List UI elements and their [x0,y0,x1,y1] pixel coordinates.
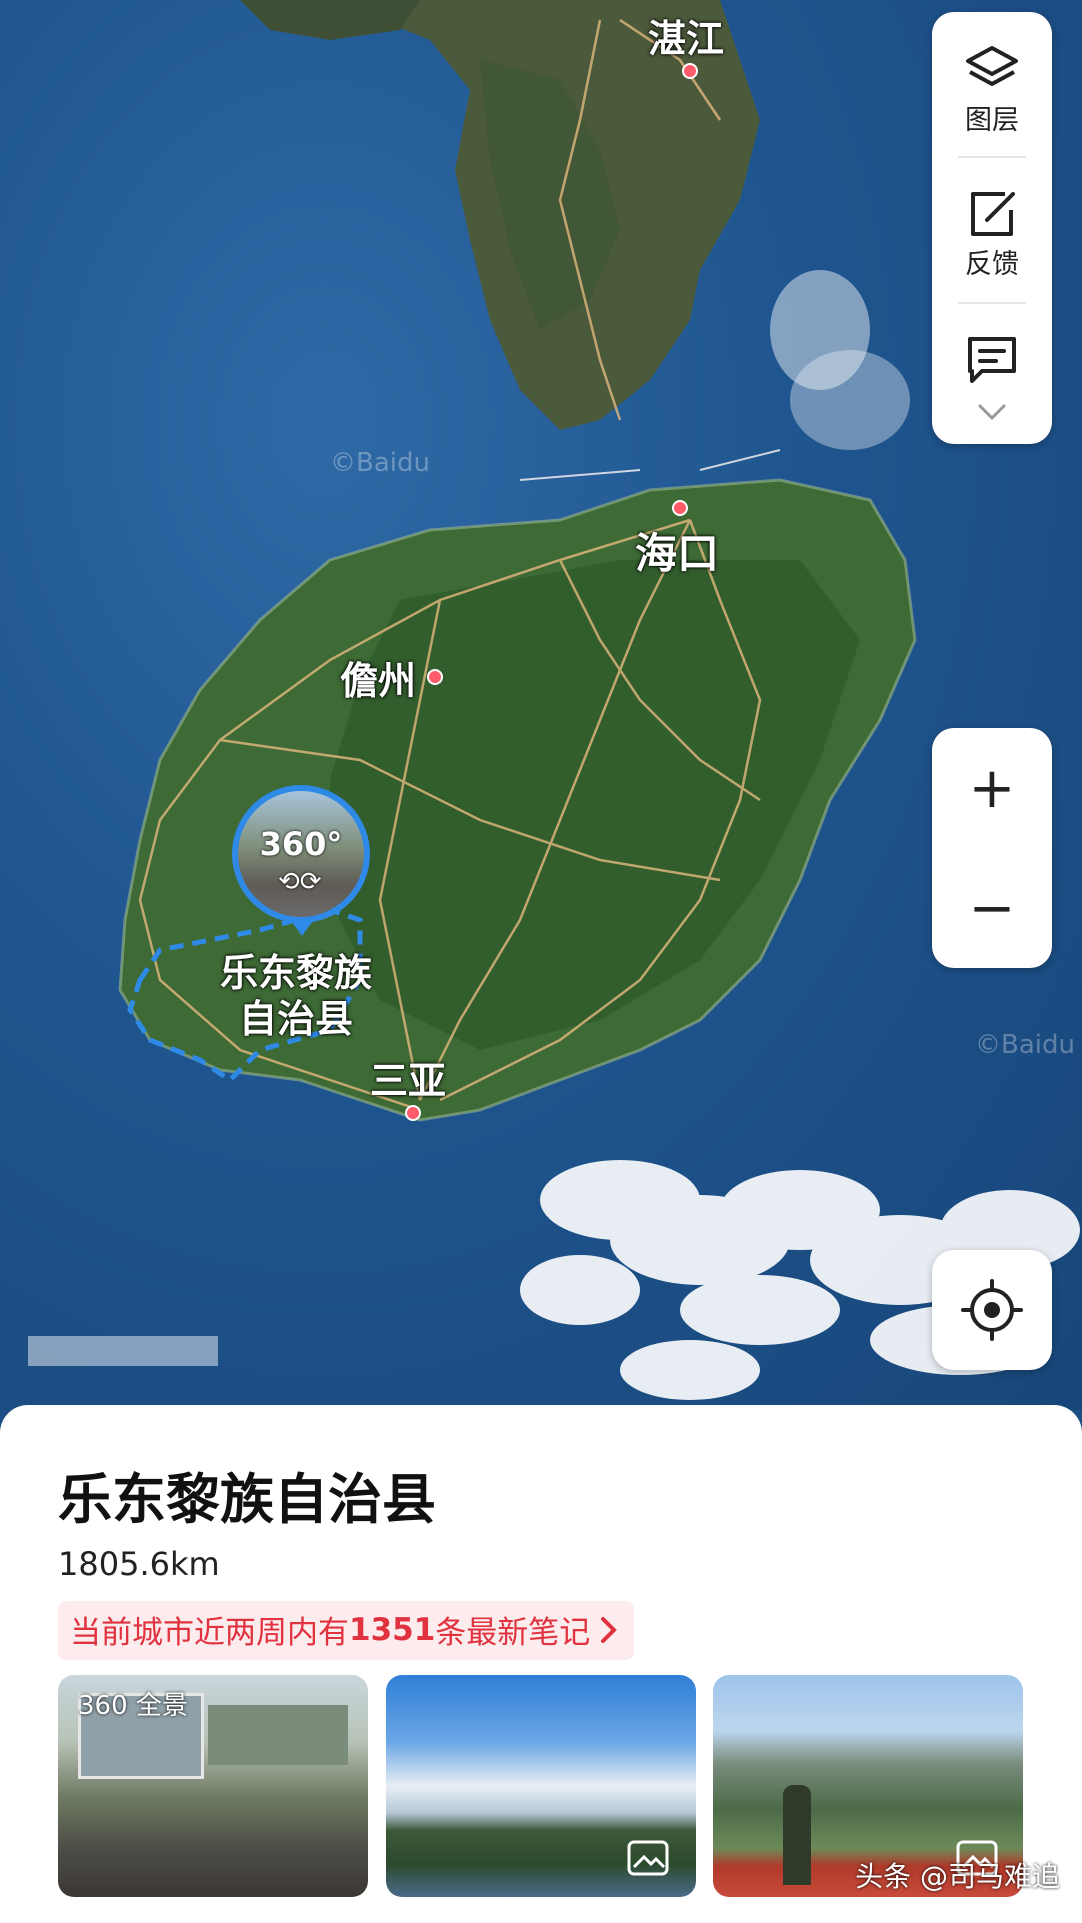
edit-icon [971,191,1015,236]
satellite-map [28,0,1080,1400]
place-title: 乐东黎族自治县 [58,1468,436,1531]
place-detail-sheet[interactable]: 乐东黎族自治县 1805.6km 当前城市近两周内有 1351 条最新笔记 36… [0,1405,1082,1923]
city-label-haikou[interactable]: 海口 [635,520,719,581]
city-dot-danzhou [427,669,443,685]
toolbar-divider [958,302,1026,304]
district-label-line2: 自治县 [239,997,354,1041]
layers-label: 图层 [965,104,1019,136]
notes-button[interactable] [932,324,1052,394]
notes-prefix: 当前城市近两周内有 [70,1615,349,1651]
panorama-badge: 360° [259,825,343,863]
zoom-in-button[interactable]: + [932,728,1052,848]
feedback-button[interactable]: 反馈 [932,174,1052,294]
scale-bar [28,1336,218,1366]
city-label-danzhou[interactable]: 儋州 [340,650,416,705]
place-distance: 1805.6km [58,1545,220,1583]
toolbar-divider [958,156,1026,158]
panorama-marker-pin [289,918,315,936]
locate-icon [961,1279,1023,1341]
map-toolbar: 图层 反馈 [932,12,1052,444]
district-label-line1: 乐东黎族 [220,951,373,995]
chevron-right-icon [601,1616,618,1643]
baidu-watermark: ©Baidu [330,448,430,478]
notes-suffix: 条最新笔记 [435,1615,591,1651]
map-view[interactable]: 湛江 海口 儋州 三亚 360° ⟲⟳ 乐东黎族 自治县 ©Baidu ©Bai… [0,0,1082,1410]
panorama-marker[interactable]: 360° ⟲⟳ [232,785,370,923]
source-watermark: 头条 @司马难追 [855,1860,1060,1893]
expand-toolbar-button[interactable] [932,402,1052,426]
message-icon [968,337,1016,383]
baidu-watermark-2: ©Baidu [975,1030,1075,1060]
zoom-out-button[interactable]: − [932,848,1052,968]
tree-image [208,1705,348,1765]
city-label-zhanjiang[interactable]: 湛江 [648,8,724,63]
layers-icon [966,45,1018,86]
city-dot-haikou [672,500,688,516]
image-icon [627,1840,669,1876]
recent-notes-link[interactable]: 当前城市近两周内有 1351 条最新笔记 [58,1601,635,1660]
district-label[interactable]: 乐东黎族 自治县 [220,950,372,1042]
locate-button[interactable] [932,1250,1052,1370]
feedback-label: 反馈 [965,248,1019,280]
photo-panorama[interactable]: 360 全景 [58,1675,368,1897]
city-label-sanya[interactable]: 三亚 [370,1050,446,1105]
person-figure [783,1785,811,1885]
notes-count: 1351 [349,1611,436,1648]
zoom-control: + − [932,728,1052,968]
panorama-badge-label: 360 全景 [78,1691,188,1721]
city-dot-sanya [405,1105,421,1121]
photo-landscape[interactable] [386,1675,696,1897]
layers-button[interactable]: 图层 [932,30,1052,150]
chevron-down-icon [978,404,1006,421]
city-dot-zhanjiang [682,63,698,79]
rotate-icon: ⟲⟳ [278,867,322,897]
